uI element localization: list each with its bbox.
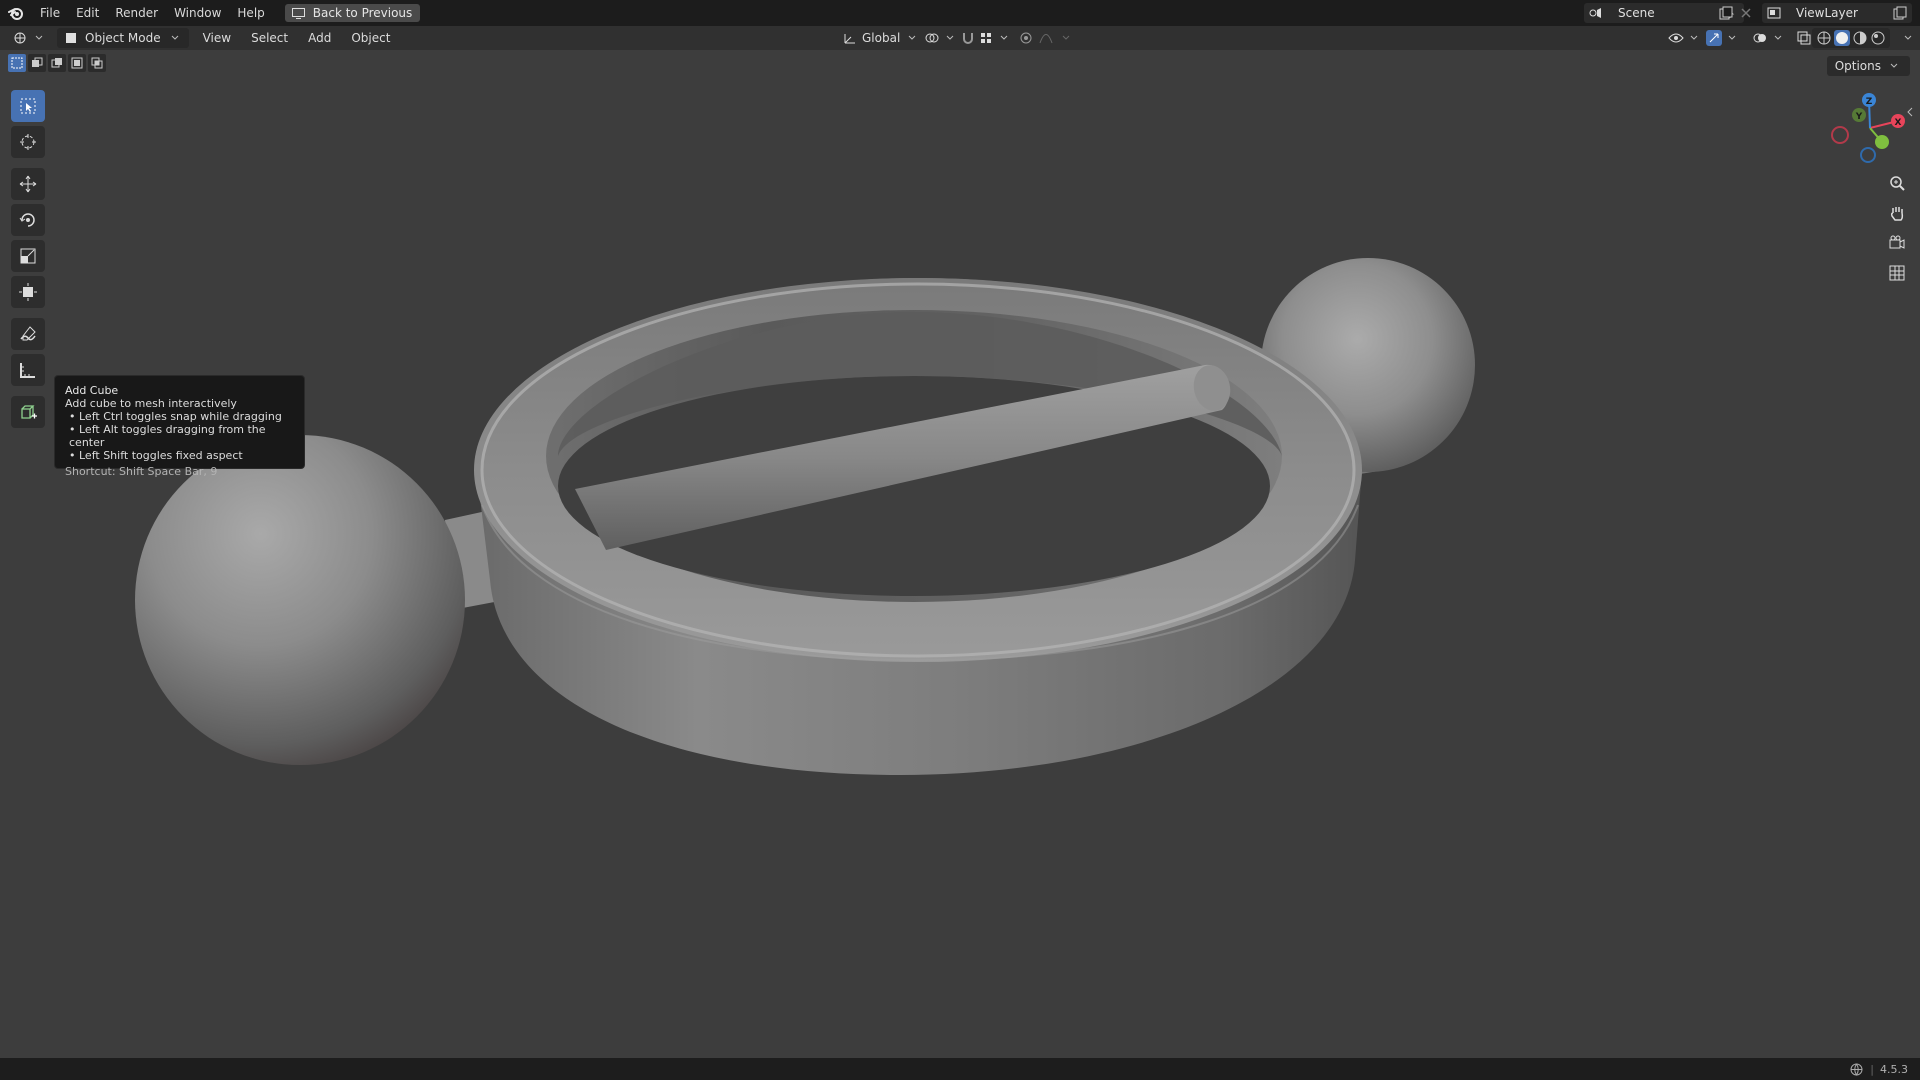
tool-shelf	[8, 88, 48, 430]
scale-icon[interactable]	[11, 240, 45, 272]
select-subtract-icon[interactable]	[48, 54, 66, 72]
scene-icon	[1588, 5, 1604, 21]
overlays-toggle[interactable]	[1746, 28, 1792, 48]
cursor-icon[interactable]	[11, 126, 45, 158]
new-scene-icon[interactable]	[1718, 5, 1734, 21]
rendered-shading-icon[interactable]	[1870, 30, 1886, 46]
shading-options[interactable]	[1894, 28, 1920, 48]
tooltip-bullet: • Left Ctrl toggles snap while dragging	[69, 410, 282, 423]
editor-type-button[interactable]	[6, 28, 53, 48]
proportional-icon	[1018, 30, 1034, 46]
gizmo-z-label: Z	[1866, 97, 1873, 107]
select-intersect-icon[interactable]	[88, 54, 106, 72]
tooltip: Add Cube Add cube to mesh interactively …	[54, 375, 305, 478]
move-icon[interactable]	[11, 168, 45, 200]
mode-dropdown[interactable]: Object Mode	[57, 28, 189, 48]
chevron-down-icon	[1058, 30, 1074, 46]
menu-help[interactable]: Help	[229, 0, 272, 26]
menu-file[interactable]: File	[32, 0, 68, 26]
tooltip-title: Add Cube	[65, 384, 119, 397]
orientation-axes-icon	[842, 30, 858, 46]
chevron-down-icon	[31, 30, 47, 46]
tooltip-bullet: • Left Alt toggles dragging from the cen…	[69, 423, 266, 449]
chevron-down-icon	[1900, 30, 1916, 46]
annotate-icon[interactable]	[11, 318, 45, 350]
status-divider: |	[1870, 1062, 1874, 1076]
options-dropdown[interactable]: Options	[1826, 56, 1910, 76]
screen-icon	[291, 5, 307, 21]
solid-shading-icon[interactable]	[1834, 30, 1850, 46]
eye-icon	[1668, 30, 1684, 46]
orientation-label: Global	[862, 31, 901, 45]
mode-label: Object Mode	[85, 31, 161, 45]
3d-viewport[interactable]	[0, 50, 1920, 1060]
falloff-icon	[1038, 30, 1054, 46]
blender-logo-icon[interactable]	[0, 0, 32, 26]
shading-modes	[1812, 28, 1890, 48]
rotate-icon[interactable]	[11, 204, 45, 236]
view-layer-name: ViewLayer	[1796, 6, 1858, 20]
zoom-icon[interactable]	[1884, 170, 1910, 196]
overlays-icon	[1752, 30, 1768, 46]
select-extend-icon[interactable]	[28, 54, 46, 72]
back-to-previous-label: Back to Previous	[312, 6, 413, 20]
menu-view[interactable]: View	[197, 28, 237, 48]
menu-render[interactable]: Render	[107, 0, 166, 26]
select-box-icon[interactable]	[11, 90, 45, 122]
proportional-editing-toggle[interactable]	[1012, 28, 1080, 48]
material-shading-icon[interactable]	[1852, 30, 1868, 46]
tooltip-description: Add cube to mesh interactively	[65, 397, 237, 410]
viewport-header: Object Mode View Select Add Object Globa…	[0, 26, 1920, 50]
selection-mode-group	[8, 54, 106, 72]
tooltip-bullet: • Left Shift toggles fixed aspect	[69, 449, 243, 462]
chevron-down-icon	[167, 30, 183, 46]
grid-icon[interactable]	[1884, 260, 1910, 286]
options-label: Options	[1834, 59, 1881, 73]
magnet-icon	[960, 30, 976, 46]
menu-object[interactable]: Object	[345, 28, 396, 48]
new-view-layer-icon[interactable]	[1892, 5, 1908, 21]
select-invert-icon[interactable]	[68, 54, 86, 72]
xray-icon	[1796, 30, 1812, 46]
view-layer-icon	[1766, 5, 1782, 21]
snap-target-icon	[978, 30, 994, 46]
camera-icon[interactable]	[1884, 230, 1910, 256]
tooltip-shortcut: Shortcut: Shift Space Bar, 9	[65, 465, 218, 478]
navigation-gizmo[interactable]: X Y Z	[1830, 88, 1910, 168]
sphere-left	[135, 435, 465, 765]
snap-toggle[interactable]	[954, 28, 1018, 48]
transform-icon[interactable]	[11, 276, 45, 308]
transform-orientation-dropdown[interactable]: Global	[836, 28, 926, 48]
hand-icon[interactable]	[1884, 200, 1910, 226]
measure-icon[interactable]	[11, 354, 45, 386]
select-new-icon[interactable]	[8, 54, 26, 72]
menu-add[interactable]: Add	[302, 28, 337, 48]
back-to-previous-button[interactable]: Back to Previous	[284, 4, 421, 22]
chevron-down-icon	[1886, 58, 1902, 74]
menu-window[interactable]: Window	[166, 0, 229, 26]
version-label: 4.5.3	[1880, 1062, 1908, 1076]
editor-type-icon	[12, 30, 28, 46]
chevron-down-icon	[1724, 30, 1740, 46]
view-layer-selector[interactable]: ViewLayer	[1762, 3, 1912, 23]
wireframe-shading-icon[interactable]	[1816, 30, 1832, 46]
object-mode-icon	[63, 30, 79, 46]
globe-icon	[1848, 1061, 1864, 1077]
gizmo-icon	[1706, 30, 1722, 46]
add-cube-icon[interactable]	[11, 396, 45, 428]
pivot-icon	[924, 30, 940, 46]
gizmo-y-label: Y	[1855, 112, 1863, 122]
gizmo-toggle[interactable]	[1700, 28, 1746, 48]
status-bar: | 4.5.3	[0, 1058, 1920, 1080]
chevron-down-icon	[1770, 30, 1786, 46]
menu-edit[interactable]: Edit	[68, 0, 107, 26]
gizmo-x-label: X	[1895, 118, 1902, 128]
chevron-down-icon	[996, 30, 1012, 46]
scene-name: Scene	[1618, 6, 1655, 20]
menu-select[interactable]: Select	[245, 28, 294, 48]
top-menu-bar: File Edit Render Window Help Back to Pre…	[0, 0, 1920, 26]
delete-scene-icon[interactable]	[1738, 5, 1754, 21]
